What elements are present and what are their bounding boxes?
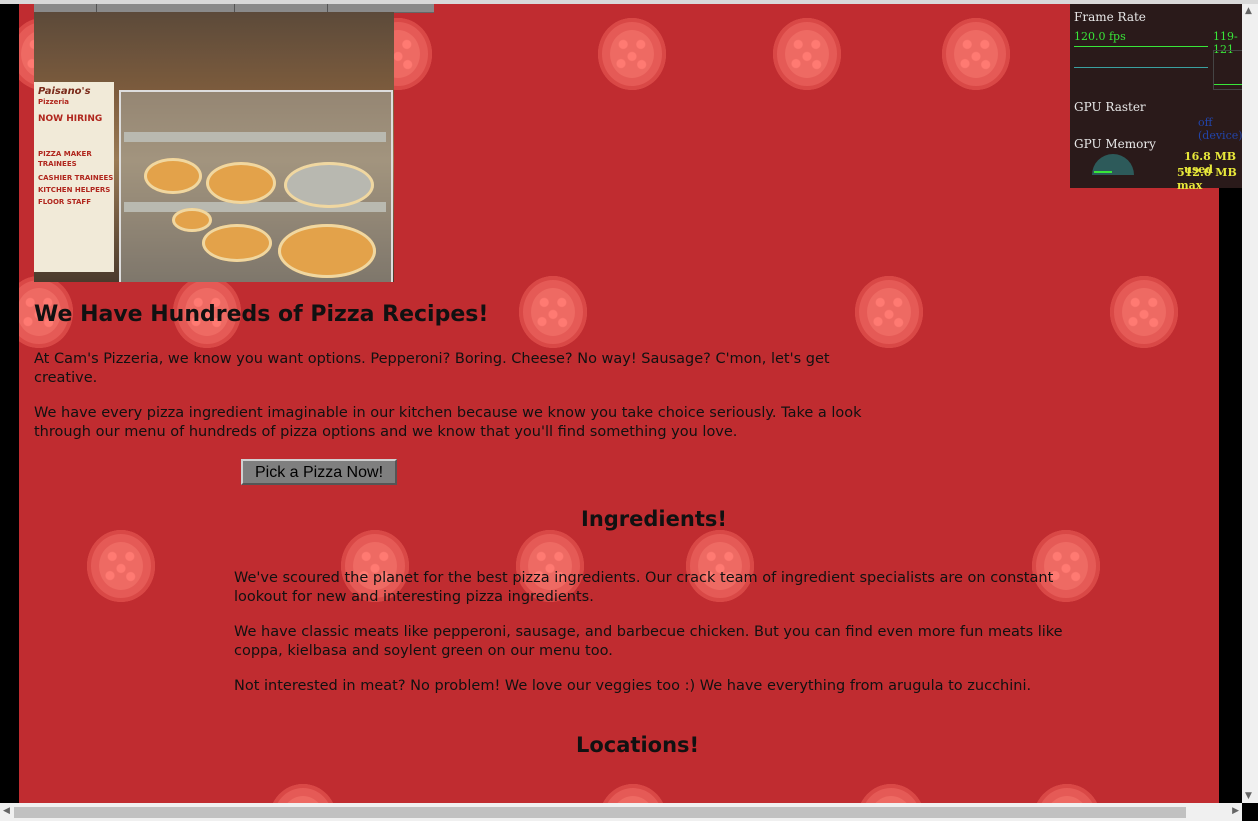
- pick-a-pizza-button[interactable]: Pick a Pizza Now!: [241, 459, 397, 485]
- pizzeria-counter-photo: Paisano's Pizzeria NOW HIRING PIZZA MAKE…: [34, 12, 394, 282]
- fps-value: 120.0 fps: [1074, 30, 1126, 43]
- pizza-pattern-icon: [598, 18, 666, 90]
- pizza-pattern-icon: [855, 276, 923, 348]
- banner-sub: Pizzeria: [38, 98, 70, 106]
- pizza-pattern-icon: [942, 18, 1010, 90]
- frame-rate-label: Frame Rate: [1074, 10, 1146, 24]
- gpu-raster-label: GPU Raster: [1074, 100, 1146, 114]
- pizza-slice-image: [284, 162, 374, 208]
- pizza-pattern-icon: [519, 276, 587, 348]
- banner-line: PIZZA MAKER: [38, 150, 92, 158]
- banner-line: TRAINEES: [38, 160, 77, 168]
- pizza-pattern-icon: [269, 784, 337, 803]
- banner-line: KITCHEN HELPERS: [38, 186, 111, 194]
- performance-hud: Frame Rate 120.0 fps 119-121 GPU Raster …: [1070, 4, 1258, 192]
- pizza-pattern-icon: [1110, 276, 1178, 348]
- pizza-slice-image: [278, 224, 376, 278]
- intro-paragraph-1: At Cam's Pizzeria, we know you want opti…: [34, 351, 830, 386]
- page-content: Paisano's Pizzeria NOW HIRING PIZZA MAKE…: [19, 4, 1219, 803]
- recipes-heading: We Have Hundreds of Pizza Recipes!: [34, 302, 489, 327]
- scroll-right-arrow-icon[interactable]: ▶: [1232, 806, 1239, 816]
- banner-brand: Paisano's: [38, 86, 91, 97]
- pizza-pattern-icon: [87, 530, 155, 602]
- horizontal-scrollbar[interactable]: ◀ ▶: [0, 803, 1242, 821]
- hiring-banner: Paisano's Pizzeria NOW HIRING PIZZA MAKE…: [34, 82, 114, 272]
- frame-rate-graph: [1074, 46, 1208, 91]
- pizza-pattern-icon: [857, 784, 925, 803]
- pizza-pattern-icon: [1033, 784, 1101, 803]
- scroll-up-arrow-icon[interactable]: ▲: [1245, 6, 1252, 16]
- locations-heading: Locations!: [576, 733, 700, 757]
- banner-line: FLOOR STAFF: [38, 198, 91, 206]
- ingredients-paragraph-2: We have classic meats like pepperoni, sa…: [234, 624, 1063, 659]
- intro-paragraph-2: We have every pizza ingredient imaginabl…: [34, 405, 862, 440]
- scroll-left-arrow-icon[interactable]: ◀: [3, 806, 10, 816]
- pizza-pattern-icon: [773, 18, 841, 90]
- scroll-down-arrow-icon[interactable]: ▼: [1245, 791, 1252, 801]
- pizza-slice-image: [172, 208, 212, 232]
- pizza-slice-image: [202, 224, 272, 262]
- gpu-memory-gauge: [1092, 154, 1134, 175]
- pizza-pattern-icon: [599, 784, 667, 803]
- ingredients-paragraph-1: We've scoured the planet for the best pi…: [234, 570, 1054, 605]
- pizza-slice-image: [206, 162, 276, 204]
- ingredients-paragraph-3: Not interested in meat? No problem! We l…: [234, 678, 1032, 694]
- horizontal-scroll-thumb[interactable]: [14, 807, 1186, 818]
- vertical-scrollbar[interactable]: ▲ ▼: [1242, 4, 1258, 803]
- pizza-slice-image: [144, 158, 202, 194]
- ingredients-heading: Ingredients!: [581, 507, 727, 531]
- display-shelf: [124, 132, 386, 142]
- gpu-memory-label: GPU Memory: [1074, 137, 1156, 151]
- banner-hiring: NOW HIRING: [38, 114, 103, 124]
- banner-line: CASHIER TRAINEES: [38, 174, 114, 182]
